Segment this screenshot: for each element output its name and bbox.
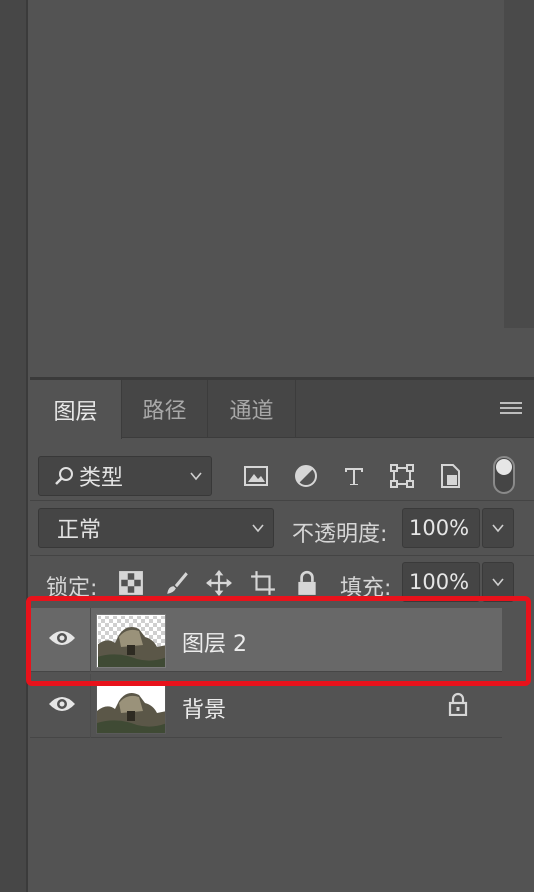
filter-kind-dropdown[interactable]: 类型	[38, 456, 212, 496]
panel-menu-icon[interactable]	[500, 402, 522, 418]
chevron-down-icon	[252, 524, 264, 533]
selection-highlight-annotation	[26, 596, 531, 686]
chevron-down-icon	[492, 578, 504, 587]
opacity-input[interactable]: 100%	[402, 508, 480, 548]
upper-panel-area	[30, 0, 534, 378]
type-filter-icon[interactable]	[340, 462, 368, 490]
opacity-label: 不透明度:	[292, 522, 388, 547]
chevron-down-icon	[190, 472, 202, 481]
opacity-dropdown-button[interactable]	[482, 508, 514, 548]
panel-tabbar: 图层 路径 通道	[30, 380, 534, 439]
search-icon	[55, 467, 73, 485]
tab-channels[interactable]: 通道	[208, 380, 296, 438]
smart-object-filter-icon[interactable]	[436, 462, 464, 490]
filter-row: 类型	[30, 448, 534, 498]
toggle-knob	[496, 459, 512, 475]
lock-transparent-pixels-icon[interactable]	[118, 570, 144, 596]
layer-thumbnail	[96, 680, 166, 734]
eye-visibility-icon[interactable]	[48, 694, 76, 714]
tab-paths[interactable]: 路径	[122, 380, 208, 438]
filter-toggle[interactable]	[493, 456, 515, 494]
lock-all-icon[interactable]	[294, 570, 320, 596]
layer-name[interactable]: 背景	[182, 692, 226, 724]
blend-mode-dropdown[interactable]: 正常	[38, 508, 274, 548]
upper-panel-scrollbar[interactable]	[504, 0, 534, 328]
tab-layers[interactable]: 图层	[30, 380, 122, 439]
adjustment-filter-icon[interactable]	[292, 462, 320, 490]
blend-mode-value: 正常	[57, 518, 102, 543]
shape-filter-icon[interactable]	[388, 462, 416, 490]
chevron-down-icon	[492, 524, 504, 533]
lock-icon[interactable]	[446, 692, 470, 716]
left-panel-strip	[0, 0, 28, 892]
filter-kind-value: 类型	[79, 466, 124, 491]
divider	[30, 555, 534, 556]
image-filter-icon[interactable]	[242, 462, 270, 490]
lock-artboard-icon[interactable]	[250, 570, 276, 596]
lock-image-pixels-icon[interactable]	[164, 570, 190, 596]
divider	[30, 500, 534, 501]
lock-position-icon[interactable]	[206, 570, 232, 596]
